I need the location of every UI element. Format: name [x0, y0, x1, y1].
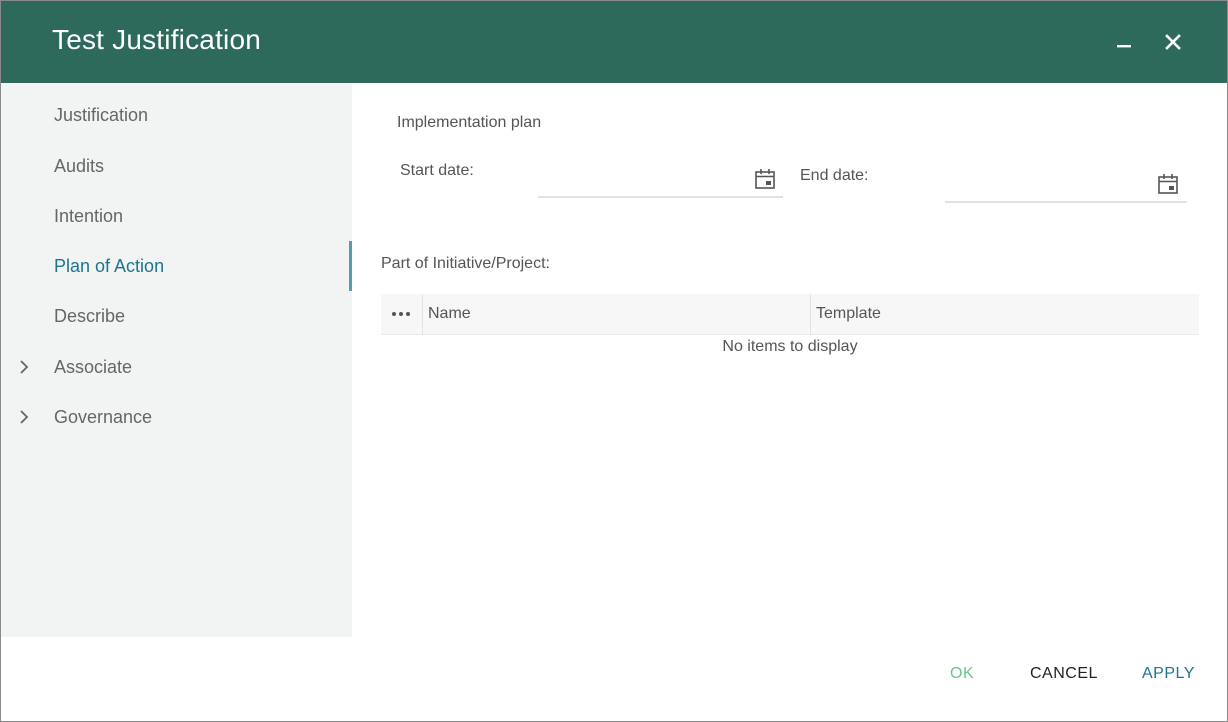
end-date-field[interactable] — [945, 168, 1187, 204]
sidebar-item-plan-of-action[interactable]: Plan of Action — [1, 241, 352, 291]
column-header-name[interactable]: Name — [428, 305, 471, 323]
dialog-window: Test Justification Justification Audits … — [0, 0, 1228, 722]
start-date-label: Start date: — [400, 162, 474, 179]
end-date-underline — [945, 201, 1187, 203]
end-date-label: End date: — [800, 167, 869, 184]
close-icon — [1165, 34, 1181, 50]
apply-button[interactable]: APPLY — [1142, 665, 1195, 683]
sidebar-nav: Justification Audits Intention Plan of A… — [1, 83, 352, 637]
column-header-template[interactable]: Template — [816, 305, 881, 323]
dialog-title: Test Justification — [52, 24, 262, 55]
column-separator — [810, 294, 811, 335]
sidebar-item-governance[interactable]: Governance — [1, 396, 352, 440]
sidebar-item-audits[interactable]: Audits — [1, 145, 352, 189]
chevron-right-icon[interactable] — [17, 409, 31, 425]
minimize-button[interactable] — [1109, 27, 1139, 57]
column-separator — [422, 294, 423, 335]
ok-button[interactable]: OK — [950, 665, 974, 683]
sidebar-item-associate[interactable]: Associate — [1, 346, 352, 390]
plan-of-action-panel: Implementation plan Start date: End date… — [352, 83, 1227, 637]
sidebar-item-justification[interactable]: Justification — [1, 94, 352, 138]
more-horizontal-icon[interactable] — [390, 305, 412, 323]
empty-grid-message: No items to display — [722, 338, 858, 355]
implementation-plan-heading: Implementation plan — [397, 114, 542, 131]
sidebar-item-label: Justification — [54, 105, 149, 125]
sidebar-item-label: Intention — [54, 206, 124, 226]
chevron-right-icon[interactable] — [17, 359, 31, 375]
cancel-button[interactable]: CANCEL — [1030, 665, 1098, 683]
calendar-icon[interactable] — [754, 167, 776, 191]
sidebar-item-intention[interactable]: Intention — [1, 195, 352, 239]
close-button[interactable] — [1158, 27, 1188, 57]
sidebar-item-label: Governance — [54, 407, 153, 427]
initiative-grid-header: Name Template — [381, 294, 1199, 335]
sidebar-item-describe[interactable]: Describe — [1, 295, 352, 339]
title-bar: Test Justification — [1, 1, 1227, 83]
start-date-field[interactable] — [538, 163, 783, 199]
sidebar-item-label: Associate — [54, 357, 133, 377]
sidebar-item-label: Plan of Action — [54, 256, 165, 276]
sidebar-item-label: Describe — [54, 306, 126, 326]
calendar-icon[interactable] — [1157, 172, 1179, 196]
minimize-icon — [1117, 45, 1131, 48]
initiative-label: Part of Initiative/Project: — [381, 255, 550, 272]
start-date-underline — [538, 196, 783, 198]
sidebar-item-label: Audits — [54, 156, 105, 176]
